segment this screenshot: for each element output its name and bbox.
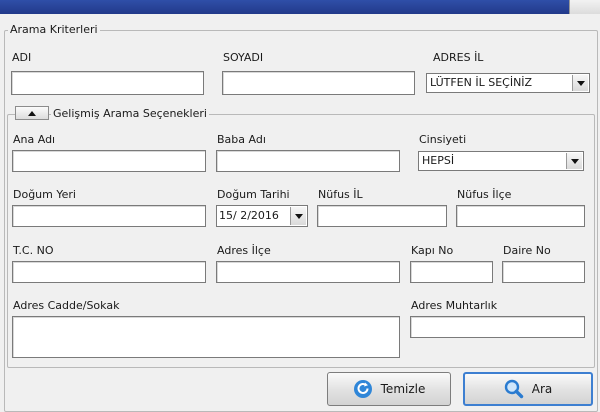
- search-button[interactable]: Ara: [463, 372, 593, 406]
- refresh-icon: [353, 380, 372, 398]
- registry-province-input[interactable]: [317, 205, 447, 227]
- door-no-input[interactable]: [410, 261, 493, 283]
- chevron-down-icon[interactable]: [572, 75, 588, 91]
- magnifier-icon: [504, 379, 523, 399]
- father-name-label: Baba Adı: [217, 133, 266, 146]
- address-district-label: Adres İlçe: [217, 244, 271, 257]
- last-name-label: SOYADI: [223, 51, 264, 64]
- father-name-input[interactable]: [216, 150, 400, 172]
- chevron-down-icon[interactable]: [290, 207, 306, 225]
- tc-no-input[interactable]: [12, 261, 206, 283]
- clear-button-label: Temizle: [380, 382, 426, 396]
- first-name-label: ADI: [12, 51, 32, 64]
- tc-no-label: T.C. NO: [13, 244, 54, 257]
- gender-label: Cinsiyeti: [419, 133, 467, 146]
- advanced-options-legend: Gelişmiş Arama Seçenekleri: [51, 107, 209, 120]
- chevron-up-icon: [28, 110, 36, 116]
- province-select-value: LÜTFEN İL SEÇİNİZ: [430, 76, 533, 89]
- birthdate-picker[interactable]: 15/ 2/2016: [216, 205, 308, 227]
- registry-district-label: Nüfus İlçe: [457, 188, 512, 201]
- titlebar-control[interactable]: [569, 0, 600, 14]
- mother-name-input[interactable]: [12, 150, 206, 172]
- mother-name-label: Ana Adı: [13, 133, 56, 146]
- neighborhood-label: Adres Muhtarlık: [411, 299, 498, 312]
- apartment-no-input[interactable]: [502, 261, 585, 283]
- chevron-down-icon[interactable]: [566, 153, 582, 169]
- search-button-label: Ara: [531, 382, 553, 396]
- birthdate-value: 15/ 2/2016: [219, 209, 279, 222]
- province-select[interactable]: LÜTFEN İL SEÇİNİZ: [426, 73, 590, 93]
- province-label: ADRES İL: [433, 51, 484, 64]
- neighborhood-input[interactable]: [410, 316, 585, 338]
- address-district-input[interactable]: [216, 261, 400, 283]
- registry-province-label: Nüfus İL: [318, 188, 363, 201]
- apartment-no-label: Daire No: [503, 244, 551, 257]
- clear-button[interactable]: Temizle: [327, 372, 451, 406]
- last-name-input[interactable]: [222, 71, 415, 95]
- gender-select-value: HEPSİ: [422, 154, 455, 167]
- birthplace-input[interactable]: [12, 205, 206, 227]
- street-label: Adres Cadde/Sokak: [13, 299, 120, 312]
- street-input[interactable]: [12, 316, 400, 358]
- door-no-label: Kapı No: [411, 244, 454, 257]
- birthdate-label: Doğum Tarihi: [217, 188, 290, 201]
- gender-select[interactable]: HEPSİ: [418, 151, 584, 171]
- birthplace-label: Doğum Yeri: [13, 188, 76, 201]
- collapse-toggle-button[interactable]: [15, 106, 49, 120]
- first-name-input[interactable]: [11, 71, 204, 95]
- search-criteria-legend: Arama Kriterleri: [8, 23, 100, 36]
- window-titlebar: [0, 0, 600, 14]
- registry-district-input[interactable]: [456, 205, 585, 227]
